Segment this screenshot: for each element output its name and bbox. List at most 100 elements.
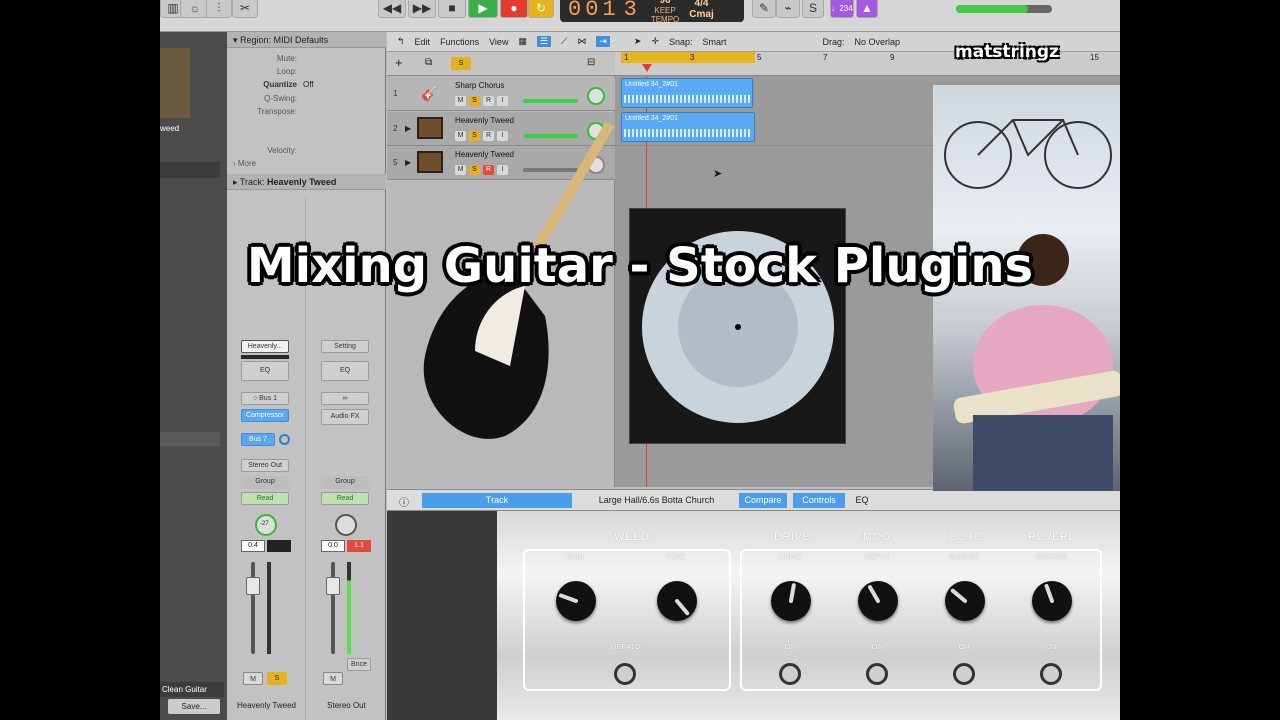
count-in-badge[interactable]: ♩234 [830, 0, 854, 18]
cycle-button[interactable]: ↻ [528, 0, 554, 18]
play-button[interactable]: ▶ [468, 0, 498, 18]
library-row[interactable] [160, 432, 220, 446]
mute-button[interactable]: M [243, 672, 263, 685]
playhead-marker[interactable] [642, 64, 652, 72]
volume-readout[interactable]: 0.4 [241, 540, 265, 552]
automation-mode[interactable]: Read [321, 492, 369, 505]
functions-menu[interactable]: Functions [440, 37, 479, 47]
channel-name[interactable]: Heavenly Tweed [227, 701, 306, 710]
pointer-tool-icon[interactable]: ➤ [634, 36, 642, 47]
group-slot[interactable]: Group [321, 476, 369, 489]
tone-knob[interactable] [657, 581, 697, 621]
compare-button[interactable]: Compare [739, 493, 787, 508]
view-menu[interactable]: View [489, 37, 508, 47]
drive-knob[interactable] [771, 581, 811, 621]
audio-fx-slot[interactable]: Audio FX [321, 409, 369, 425]
more-toggle[interactable]: › More [233, 159, 256, 168]
eq-button[interactable]: EQ [241, 361, 289, 381]
link-button[interactable]: ∞ [321, 392, 369, 405]
bounce-button[interactable]: Bnce [347, 658, 371, 671]
gain-knob[interactable] [556, 581, 596, 621]
audio-region[interactable]: Untitled 34_2#01 [621, 112, 755, 142]
quantize-value[interactable]: Off [303, 80, 314, 89]
flex-icon[interactable]: ⋈ [577, 36, 586, 47]
stop-button[interactable]: ■ [438, 0, 466, 18]
drive-switch[interactable] [779, 663, 801, 685]
cycle-region[interactable] [621, 52, 755, 63]
snap-value[interactable]: Smart [703, 37, 813, 47]
track-options-icon[interactable]: ⊟ [587, 57, 595, 68]
reverb-switch[interactable] [1040, 663, 1062, 685]
save-button[interactable]: Save... [168, 699, 220, 714]
solo-global-icon[interactable]: S [451, 57, 471, 70]
info-icon[interactable]: ⓘ [399, 494, 409, 509]
drag-value[interactable]: No Overlap [855, 37, 901, 47]
grid-view-icon[interactable]: ▦ [518, 36, 527, 47]
duplicate-track-icon[interactable]: ⧉ [425, 57, 432, 68]
audio-region[interactable]: Untitled 34_2#01 [621, 78, 753, 108]
output-slot[interactable]: Stereo Out [241, 459, 289, 472]
volume-fader[interactable] [246, 577, 260, 595]
channel-name[interactable]: Stereo Out [307, 701, 386, 710]
track-input-monitor[interactable]: I [497, 96, 508, 106]
solo-button[interactable]: S [267, 672, 287, 685]
add-track-icon[interactable]: + [395, 55, 403, 70]
notepad-icon[interactable]: ✎ [752, 0, 776, 18]
browser-icon[interactable]: S [802, 0, 824, 18]
list-view-icon[interactable]: ☰ [536, 36, 552, 47]
send-level-knob[interactable] [279, 434, 290, 445]
letterbox-right [1120, 0, 1280, 720]
plugin-header-bar: ⓘ Track Large Hall/6.6s Botta Church Com… [387, 489, 1120, 511]
balance-knob[interactable] [335, 514, 357, 536]
region-header[interactable]: ▾ Region: MIDI Defaults [227, 32, 386, 48]
track-solo[interactable]: S [469, 96, 480, 106]
rewind-button[interactable]: ◀◀ [378, 0, 406, 18]
amount-knob[interactable] [945, 581, 985, 621]
depth-knob[interactable] [858, 581, 898, 621]
church-knob[interactable] [1032, 581, 1072, 621]
switch-label: ON [871, 644, 883, 651]
group-slot[interactable]: Group [241, 476, 289, 489]
volume-fader[interactable] [326, 577, 340, 595]
track-mute[interactable]: M [455, 96, 466, 106]
forward-button[interactable]: ▶▶ [408, 0, 436, 18]
back-icon[interactable]: ↰ [397, 36, 405, 47]
automation-mode[interactable]: Read [241, 492, 289, 505]
echo-switch[interactable] [953, 663, 975, 685]
track-record[interactable]: R [483, 96, 494, 106]
track-volume[interactable] [523, 99, 578, 103]
compressor-plugin-slot[interactable]: Compressor [241, 409, 289, 422]
plugin-view-menu[interactable]: Track [422, 493, 572, 508]
loop-browser-icon[interactable]: ⌁ [776, 0, 800, 18]
track-pan[interactable] [587, 87, 605, 105]
setting-button[interactable]: Setting [321, 340, 369, 353]
library-row[interactable] [160, 162, 220, 178]
automation-icon[interactable]: ⟋ [561, 36, 567, 47]
preset-menu[interactable]: Large Hall/6.6s Botta Church [579, 493, 734, 508]
eq-view-button[interactable]: EQ [849, 493, 875, 508]
controls-button[interactable]: Controls [793, 493, 845, 508]
editors-icon[interactable]: ✂ [232, 0, 258, 18]
vibrato-switch[interactable] [614, 663, 636, 685]
pan-knob[interactable]: -27 [255, 514, 277, 536]
setting-button[interactable]: Heavenly... [241, 340, 289, 353]
eq-button[interactable]: EQ [321, 361, 369, 381]
master-volume-slider[interactable] [956, 5, 1052, 13]
track-name[interactable]: Sharp Chorus [455, 81, 504, 90]
mod-switch[interactable] [866, 663, 888, 685]
pencil-tool-icon[interactable]: ✛ [651, 36, 659, 47]
patch-name[interactable]: Clean Guitar [160, 682, 224, 697]
metronome-icon[interactable]: ▲ [856, 0, 878, 18]
track-header[interactable]: ▸ Track: Heavenly Tweed [227, 174, 386, 190]
mixer-icon[interactable]: ⫶ [206, 0, 232, 18]
peak-readout[interactable]: 1.1 [347, 540, 371, 552]
send-slot[interactable]: ○ Bus 1 [241, 392, 289, 405]
bus-send[interactable]: Bus 7 [241, 433, 275, 446]
edit-menu[interactable]: Edit [415, 37, 431, 47]
volume-readout[interactable]: 0.0 [321, 540, 345, 552]
mute-button[interactable]: M [323, 672, 343, 685]
track-row[interactable]: 1 🎸 Sharp Chorus M S R I [387, 77, 615, 111]
catch-icon[interactable]: ⇥ [596, 36, 610, 47]
lcd-display[interactable]: 001 3 96 KEEP TEMPO 4/4 Cmaj [560, 0, 744, 24]
record-button[interactable]: ● [500, 0, 528, 18]
